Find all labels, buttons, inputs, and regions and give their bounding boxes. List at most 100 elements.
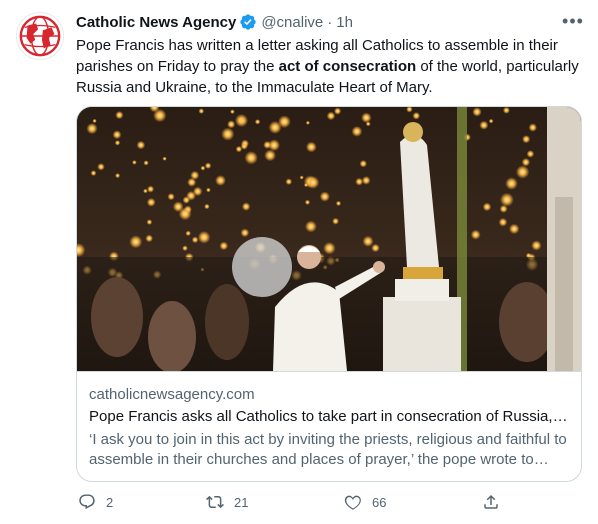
candle-light	[531, 240, 542, 251]
candle-light	[215, 175, 226, 186]
card-image[interactable]	[77, 107, 581, 371]
share-button[interactable]	[482, 493, 510, 511]
candle-light	[145, 234, 153, 243]
candle-light	[482, 202, 492, 212]
candle-light	[299, 175, 304, 180]
action-bar: 2 21 66	[76, 490, 516, 514]
candle-light	[235, 145, 243, 153]
candle-light	[334, 107, 342, 115]
candle-light	[332, 217, 339, 225]
candle-light	[221, 127, 235, 141]
candle-light	[335, 200, 342, 206]
candle-light	[162, 156, 167, 161]
candle-light	[304, 199, 311, 205]
candle-light	[219, 241, 229, 251]
card-domain: catholicnewsagency.com	[89, 386, 255, 403]
candle-light	[323, 242, 336, 255]
like-count: 66	[372, 494, 387, 510]
author-name[interactable]: Catholic News Agency	[76, 14, 236, 31]
candle-light	[167, 193, 175, 201]
tweet-header: Catholic News Agency @cnalive · 1h	[76, 12, 586, 32]
retweet-count: 21	[234, 494, 249, 510]
link-card[interactable]: catholicnewsagency.com Pope Francis asks…	[76, 106, 582, 482]
share-icon	[484, 494, 498, 509]
candle-light	[197, 231, 211, 244]
candle-light	[227, 120, 236, 129]
card-body: catholicnewsagency.com Pope Francis asks…	[77, 371, 581, 470]
reply-count: 2	[106, 494, 114, 510]
separator-dot: ·	[327, 13, 333, 31]
heart-icon	[344, 495, 361, 510]
candle-light	[306, 176, 320, 189]
candle-light	[143, 160, 149, 166]
candle-light	[305, 220, 317, 233]
candle-light	[147, 185, 155, 193]
candle-light	[241, 202, 251, 211]
candle-light	[114, 140, 121, 146]
candle-light	[200, 165, 206, 171]
candle-light	[190, 170, 200, 180]
reply-button[interactable]: 2	[78, 493, 113, 511]
retweet-icon	[206, 495, 224, 509]
candle-light	[268, 139, 280, 152]
candle-light	[505, 177, 518, 190]
candle-light	[115, 173, 121, 179]
candle-light	[198, 108, 205, 114]
candle-light	[499, 204, 508, 213]
cna-globe-logo-icon	[19, 15, 61, 57]
candle-light	[304, 183, 308, 187]
candle-light	[498, 217, 508, 227]
verified-badge-icon	[239, 13, 257, 31]
avatar[interactable]	[16, 12, 64, 60]
timestamp[interactable]: 1h	[336, 14, 353, 31]
candle-light	[472, 107, 482, 117]
candle-light	[132, 160, 137, 165]
candle-light	[326, 111, 336, 121]
candle-light	[112, 130, 122, 140]
candle-light	[305, 141, 317, 153]
author-handle[interactable]: @cnalive	[261, 14, 323, 31]
candle-light	[204, 203, 210, 210]
candle-light	[193, 186, 203, 197]
tweet[interactable]: Catholic News Agency @cnalive · 1h ••• P…	[0, 0, 598, 524]
candle-light	[244, 151, 258, 165]
candle-light	[526, 150, 535, 158]
candle-light	[361, 176, 371, 185]
candle-light	[521, 158, 531, 167]
tweet-text: Pope Francis has written a letter asking…	[76, 35, 584, 98]
candle-light	[182, 245, 188, 251]
reply-icon	[79, 494, 95, 510]
candle-light	[359, 160, 367, 168]
photo-illustration	[77, 107, 581, 371]
candle-light	[92, 118, 97, 123]
candle-light	[264, 149, 276, 162]
retweet-button[interactable]: 21	[206, 493, 248, 511]
more-options-icon[interactable]: •••	[560, 10, 586, 32]
candle-light	[362, 235, 374, 247]
candle-light	[528, 123, 537, 132]
candle-light	[479, 120, 489, 130]
candle-light	[509, 223, 520, 235]
candle-light	[254, 119, 261, 125]
candle-light	[172, 201, 184, 212]
card-description: ‘I ask you to join in this act by inviti…	[89, 431, 567, 468]
candle-light	[470, 229, 481, 240]
candle-light	[240, 228, 250, 238]
candle-light	[361, 112, 372, 123]
candle-light	[515, 165, 530, 179]
like-button[interactable]: 66	[344, 493, 386, 511]
candle-light	[319, 191, 330, 202]
candle-light	[185, 230, 191, 236]
candle-light	[351, 126, 363, 137]
candle-light	[305, 120, 310, 125]
candle-light	[230, 109, 235, 114]
candle-light	[86, 123, 98, 135]
candle-light	[90, 170, 97, 176]
candle-light	[191, 236, 199, 244]
candle-light	[136, 140, 146, 150]
card-title: Pope Francis asks all Catholics to take …	[89, 408, 569, 425]
candle-light	[500, 192, 514, 207]
candle-light	[146, 219, 153, 225]
candle-light	[206, 187, 211, 193]
candle-light	[97, 163, 105, 171]
